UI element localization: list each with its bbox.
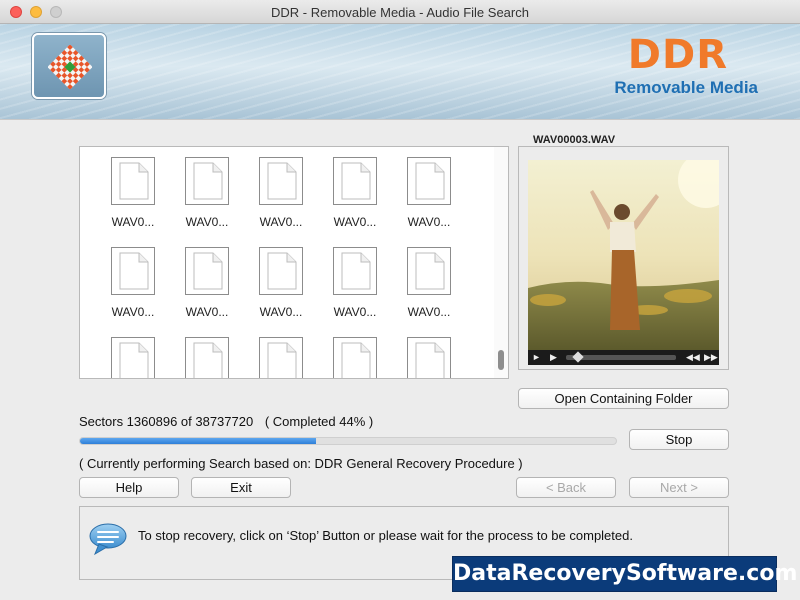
play-icon[interactable]: ▶ — [550, 352, 557, 363]
file-thumbnail[interactable]: WAV0... — [108, 157, 158, 229]
document-icon — [333, 247, 377, 295]
checker-logo-icon — [48, 45, 92, 89]
thumbnail-grid: WAV0... WAV0... WAV0... WAV0... WAV0... WAV0.… — [108, 157, 454, 378]
thumbnail-label: WAV0... — [259, 215, 303, 229]
app-logo — [32, 33, 106, 99]
file-thumbnail[interactable] — [256, 337, 306, 378]
document-icon — [407, 247, 451, 295]
document-icon — [259, 337, 303, 378]
sectors-text: Sectors 1360896 of 38737720 — [79, 414, 254, 429]
brand-name: DDR — [627, 32, 728, 78]
brand-product: Removable Media — [614, 78, 758, 97]
file-thumbnail[interactable]: WAV0... — [256, 157, 306, 229]
progress-fill — [80, 438, 316, 444]
document-icon — [185, 157, 229, 205]
forward-icon[interactable]: ▶▶ — [704, 352, 718, 363]
file-thumbnail[interactable]: WAV0... — [108, 247, 158, 319]
media-player-controls: ► ▶ ◀◀ ▶▶ — [528, 350, 719, 365]
document-icon — [333, 337, 377, 378]
file-thumbnail[interactable]: WAV0... — [182, 247, 232, 319]
progress-bar — [79, 437, 617, 445]
document-icon — [259, 247, 303, 295]
thumbnail-label: WAV0... — [185, 305, 229, 319]
speech-bubble-icon — [89, 523, 127, 556]
stop-button[interactable]: Stop — [629, 429, 729, 450]
back-button[interactable]: < Back — [516, 477, 616, 498]
file-thumbnail[interactable] — [108, 337, 158, 378]
sectors-status: Sectors 1360896 of 38737720 ( Completed … — [79, 414, 373, 429]
procedure-text: ( Currently performing Search based on: … — [79, 456, 523, 471]
file-thumbnail[interactable]: WAV0... — [330, 247, 380, 319]
file-thumbnail[interactable]: WAV0... — [182, 157, 232, 229]
document-icon — [407, 157, 451, 205]
window-title: DDR - Removable Media - Audio File Searc… — [271, 5, 529, 20]
thumbnail-label: WAV0... — [407, 215, 451, 229]
header-banner: DDR Removable Media — [0, 24, 800, 120]
file-thumbnail[interactable] — [182, 337, 232, 378]
next-button[interactable]: Next > — [629, 477, 729, 498]
thumbnail-label: WAV0... — [407, 305, 451, 319]
document-icon — [185, 247, 229, 295]
file-thumbnail[interactable]: WAV0... — [256, 247, 306, 319]
website-watermark: DataRecoverySoftware.com — [452, 556, 797, 592]
preview-file-name: WAV00003.WAV — [531, 134, 618, 146]
file-thumbnail-pane[interactable]: WAV0... WAV0... WAV0... WAV0... WAV0... WAV0.… — [79, 146, 509, 379]
file-thumbnail[interactable] — [404, 337, 454, 378]
document-icon — [259, 157, 303, 205]
document-icon — [111, 157, 155, 205]
document-icon — [407, 337, 451, 378]
thumbnail-label: WAV0... — [111, 215, 155, 229]
open-containing-folder-button[interactable]: Open Containing Folder — [518, 388, 729, 409]
preview-image — [528, 160, 719, 350]
thumbnail-label: WAV0... — [333, 215, 377, 229]
document-icon — [185, 337, 229, 378]
scrollbar-thumb[interactable] — [498, 350, 504, 370]
thumbnail-scrollbar[interactable] — [494, 147, 508, 378]
help-button[interactable]: Help — [79, 477, 179, 498]
thumbnail-label: WAV0... — [185, 215, 229, 229]
file-thumbnail[interactable]: WAV0... — [330, 157, 380, 229]
info-message: To stop recovery, click on ‘Stop’ Button… — [138, 528, 633, 543]
file-thumbnail[interactable] — [330, 337, 380, 378]
volume-icon[interactable]: ► — [532, 352, 541, 362]
thumbnail-label: WAV0... — [111, 305, 155, 319]
document-icon — [111, 247, 155, 295]
document-icon — [333, 157, 377, 205]
title-bar: DDR - Removable Media - Audio File Searc… — [0, 0, 800, 24]
completed-text: ( Completed 44% ) — [264, 414, 374, 429]
file-thumbnail[interactable]: WAV0... — [404, 157, 454, 229]
thumbnail-label: WAV0... — [333, 305, 377, 319]
thumbnail-label: WAV0... — [259, 305, 303, 319]
document-icon — [111, 337, 155, 378]
seek-knob[interactable] — [572, 351, 584, 363]
rewind-icon[interactable]: ◀◀ — [686, 352, 700, 363]
file-thumbnail[interactable]: WAV0... — [404, 247, 454, 319]
exit-button[interactable]: Exit — [191, 477, 291, 498]
